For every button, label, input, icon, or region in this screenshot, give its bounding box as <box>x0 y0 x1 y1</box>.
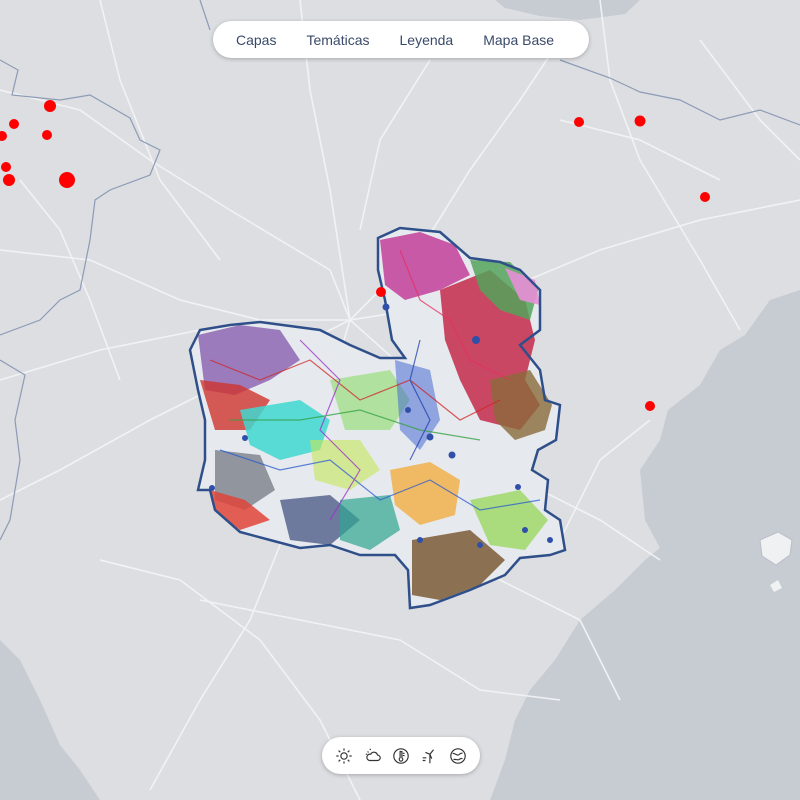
menu-leyenda[interactable]: Leyenda <box>389 32 465 48</box>
wind-turbine-icon[interactable] <box>418 745 440 767</box>
marker <box>700 192 710 202</box>
marker <box>42 130 52 140</box>
marker <box>9 119 19 129</box>
globe-icon[interactable] <box>447 745 469 767</box>
menu-tematicas[interactable]: Temáticas <box>295 32 380 48</box>
cloud-sun-icon[interactable] <box>362 745 384 767</box>
menu-capas[interactable]: Capas <box>225 32 287 48</box>
marker <box>634 115 646 127</box>
thermometer-icon[interactable] <box>390 745 412 767</box>
marker <box>376 287 386 297</box>
weather-toolbar <box>322 737 480 774</box>
menu-mapa-base[interactable]: Mapa Base <box>472 32 565 48</box>
marker <box>574 117 584 127</box>
map-canvas[interactable] <box>0 0 800 800</box>
marker <box>3 174 15 186</box>
marker <box>645 401 655 411</box>
sun-icon[interactable] <box>333 745 355 767</box>
main-menu: Capas Temáticas Leyenda Mapa Base <box>213 21 589 58</box>
marker <box>44 100 56 112</box>
marker <box>59 172 75 188</box>
marker <box>1 162 11 172</box>
